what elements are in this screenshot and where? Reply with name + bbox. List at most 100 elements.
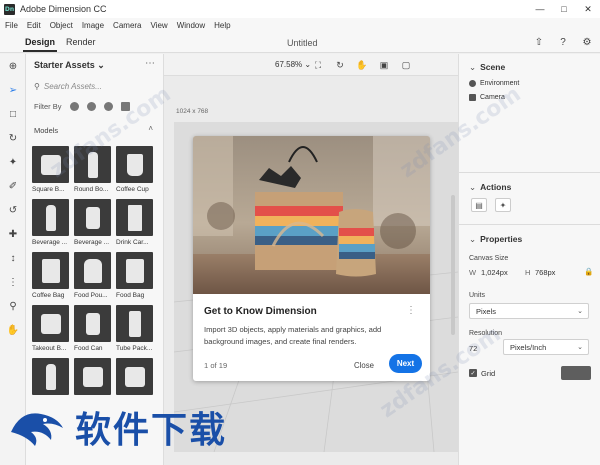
box-model-icon [40, 313, 61, 334]
grid-checkbox[interactable]: ✓ [469, 369, 477, 377]
add-icon[interactable]: ⊕ [4, 58, 22, 74]
menu-view[interactable]: View [151, 21, 168, 30]
camera-icon [469, 94, 476, 101]
lock-icon[interactable]: 🔒 [584, 267, 593, 276]
dolly-tool-icon[interactable]: ↕ [4, 250, 22, 266]
chevron-up-icon[interactable]: ˄ [148, 124, 153, 133]
grid-label: Grid [481, 369, 496, 378]
select-tool-icon[interactable]: ➢ [4, 82, 22, 98]
units-select[interactable]: Pixels ⌄ [469, 303, 589, 319]
model-thumbnail[interactable]: Beverage ... [74, 199, 112, 246]
model-thumbnail[interactable]: Food Pou... [74, 252, 112, 299]
model-thumbnail[interactable]: Drink Car... [116, 199, 154, 246]
starter-assets-dropdown[interactable]: Starter Assets ⌄ [34, 60, 105, 71]
magic-wand-icon[interactable]: ✦ [4, 154, 22, 170]
can-model-icon [85, 206, 100, 229]
bottle-model-icon [45, 363, 56, 390]
more-options-icon[interactable]: ⋯ [145, 58, 155, 69]
more-icon[interactable]: ⋮ [406, 305, 416, 316]
orbit-tool-icon[interactable]: ↺ [4, 202, 22, 218]
maximize-icon[interactable]: □ [552, 0, 576, 18]
actions-header[interactable]: ⌄ Actions [469, 182, 511, 193]
magic-action-button[interactable]: ✦ [495, 198, 511, 212]
model-preview [32, 199, 69, 236]
grid-color-swatch[interactable] [561, 366, 591, 380]
model-thumbnail[interactable]: Coffee Bag [32, 252, 70, 299]
zoom-level[interactable]: 67.58% ⌄ [275, 60, 311, 69]
menu-edit[interactable]: Edit [27, 21, 41, 30]
resolution-unit-select[interactable]: Pixels/Inch ⌄ [503, 339, 589, 355]
chevron-down-icon: ⌄ [469, 234, 477, 244]
height-label: H [525, 268, 531, 277]
menu-camera[interactable]: Camera [113, 21, 141, 30]
share-icon[interactable]: ⇧ [532, 35, 546, 49]
bag-model-icon [125, 258, 144, 283]
search-input[interactable]: ⚲ Search Assets... [32, 79, 158, 93]
orbit-camera-icon[interactable]: ↻ [334, 59, 346, 71]
dolly-camera-icon[interactable]: ▣ [378, 59, 390, 71]
chevron-down-icon: ⌄ [469, 182, 477, 192]
model-thumbnail[interactable]: Beverage ... [32, 199, 70, 246]
tab-design[interactable]: Design [22, 37, 58, 52]
model-thumbnail[interactable]: Takeout B... [32, 305, 70, 352]
menu-help[interactable]: Help [214, 21, 230, 30]
carton-model-icon [127, 204, 142, 231]
welcome-image [193, 136, 430, 294]
model-thumbnail[interactable] [116, 358, 154, 398]
hand-tool-icon[interactable]: ✋ [4, 322, 22, 338]
width-field[interactable]: 1,024px [481, 268, 508, 277]
eyedropper-icon[interactable]: ✐ [4, 178, 22, 194]
model-thumbnail[interactable]: Food Bag [116, 252, 154, 299]
filter-lights-icon[interactable] [103, 102, 113, 111]
model-label: Tube Pack... [116, 345, 153, 352]
move-tool-icon[interactable]: ✚ [4, 226, 22, 242]
canvas-scrollbar[interactable] [451, 195, 455, 335]
pouch-model-icon [83, 258, 102, 283]
model-thumbnail[interactable]: Coffee Cup [116, 146, 154, 193]
menu-window[interactable]: Window [177, 21, 205, 30]
menu-object[interactable]: Object [50, 21, 73, 30]
model-preview [74, 305, 111, 342]
rotate-tool-icon[interactable]: ↻ [4, 130, 22, 146]
close-button[interactable]: Close [354, 361, 374, 370]
dragon-logo-icon [11, 413, 63, 446]
model-preview [116, 252, 153, 289]
tab-render[interactable]: Render [66, 37, 96, 47]
marquee-tool-icon[interactable]: □ [4, 106, 22, 122]
box-model-icon [82, 366, 103, 387]
model-preview [32, 252, 69, 289]
filter-label: Filter By [34, 102, 62, 111]
scene-header[interactable]: ⌄ Scene [469, 62, 505, 73]
model-thumbnail[interactable] [32, 358, 70, 398]
filter-models-icon[interactable] [69, 102, 79, 111]
filter-bar: Filter By [34, 102, 130, 111]
horizon-tool-icon[interactable]: ⋮ [4, 274, 22, 290]
camera-bookmark-icon[interactable]: ▢ [400, 59, 412, 71]
model-thumbnail[interactable]: Food Can [74, 305, 112, 352]
zoom-tool-icon[interactable]: ⚲ [4, 298, 22, 314]
model-preview [116, 146, 153, 183]
menu-bar: File Edit Object Image Camera View Windo… [0, 18, 600, 32]
model-thumbnail[interactable]: Tube Pack... [116, 305, 154, 352]
model-label: Beverage ... [32, 239, 68, 246]
filter-materials-icon[interactable] [86, 102, 96, 111]
model-label: Round Bo... [74, 186, 109, 193]
menu-file[interactable]: File [5, 21, 18, 30]
model-preview [74, 252, 111, 289]
next-button[interactable]: Next [389, 354, 422, 373]
menu-image[interactable]: Image [82, 21, 104, 30]
properties-header[interactable]: ⌄ Properties [469, 234, 522, 245]
select-camera-icon[interactable]: ⛶ [312, 59, 324, 71]
help-icon[interactable]: ? [556, 35, 570, 49]
model-label: Food Pou... [74, 292, 108, 299]
minimize-icon[interactable]: — [528, 0, 552, 18]
settings-icon[interactable]: ⚙ [580, 35, 594, 49]
height-field[interactable]: 768px [535, 268, 555, 277]
pan-camera-icon[interactable]: ✋ [356, 59, 368, 71]
align-action-button[interactable]: ▤ [471, 198, 487, 212]
close-window-icon[interactable]: ✕ [576, 0, 600, 18]
model-label: Coffee Cup [116, 186, 149, 193]
units-label: Units [469, 292, 485, 299]
model-label: Beverage ... [74, 239, 110, 246]
model-thumbnail[interactable] [74, 358, 112, 398]
